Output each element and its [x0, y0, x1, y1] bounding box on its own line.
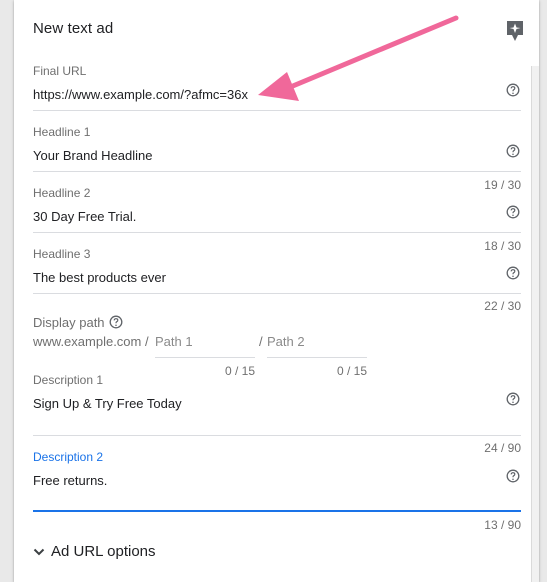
chevron-down-icon — [33, 548, 45, 555]
description1-underline — [33, 435, 521, 436]
description2-counter: 13 / 90 — [484, 518, 521, 532]
headline2-label: Headline 2 — [33, 186, 91, 200]
final-url-input[interactable]: https://www.example.com/?afmc=36x — [33, 87, 248, 102]
headline1-underline — [33, 171, 521, 172]
path1-underline — [155, 357, 255, 358]
description1-input[interactable]: Sign Up & Try Free Today — [33, 396, 182, 411]
description1-counter: 24 / 90 — [484, 441, 521, 455]
description2-help-icon[interactable] — [506, 469, 520, 483]
final-url-help-icon[interactable] — [506, 83, 520, 97]
path-separator: / — [259, 334, 263, 349]
path2-underline — [267, 357, 367, 358]
path1-input[interactable]: Path 1 — [155, 334, 193, 349]
description2-label: Description 2 — [33, 450, 104, 464]
ad-url-options-toggle[interactable]: Ad URL options — [33, 543, 156, 560]
description1-help-icon[interactable] — [506, 392, 520, 406]
display-path-help-icon[interactable] — [109, 315, 123, 329]
final-url-label: Final URL — [33, 64, 87, 78]
headline3-label: Headline 3 — [33, 247, 91, 261]
description2-underline — [33, 510, 521, 512]
path2-counter: 0 / 15 — [336, 364, 367, 378]
description2-input[interactable]: Free returns. — [33, 473, 107, 488]
page-background: New text ad Final URL https://www.exampl… — [0, 0, 547, 582]
side-panel-edge — [531, 66, 539, 582]
headline3-counter: 22 / 30 — [484, 299, 521, 313]
path2-input[interactable]: Path 2 — [267, 334, 305, 349]
headline1-input[interactable]: Your Brand Headline — [33, 148, 153, 163]
headline3-underline — [33, 293, 521, 294]
description1-label: Description 1 — [33, 373, 104, 387]
final-url-underline — [33, 110, 521, 111]
headline2-underline — [33, 232, 521, 233]
pin-icon[interactable] — [506, 20, 524, 42]
display-path-label: Display path — [33, 315, 105, 330]
card-title: New text ad — [33, 20, 114, 37]
headline2-counter: 18 / 30 — [484, 239, 521, 253]
headline2-input[interactable]: 30 Day Free Trial. — [33, 209, 136, 224]
headline2-help-icon[interactable] — [506, 205, 520, 219]
headline3-help-icon[interactable] — [506, 266, 520, 280]
new-text-ad-card: New text ad Final URL https://www.exampl… — [14, 0, 539, 582]
headline1-counter: 19 / 30 — [484, 178, 521, 192]
headline1-label: Headline 1 — [33, 125, 91, 139]
headline1-help-icon[interactable] — [506, 144, 520, 158]
headline3-input[interactable]: The best products ever — [33, 270, 166, 285]
ad-url-options-label: Ad URL options — [51, 543, 156, 560]
path1-counter: 0 / 15 — [224, 364, 255, 378]
display-path-domain: www.example.com / — [33, 334, 149, 349]
